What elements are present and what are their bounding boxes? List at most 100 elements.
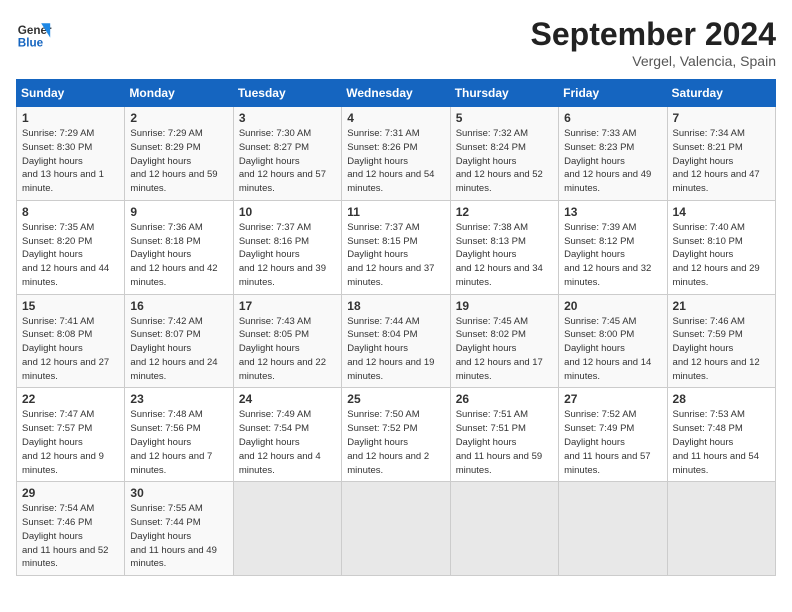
day-number: 7 <box>673 111 770 125</box>
day-info: Sunrise: 7:45 AMSunset: 8:02 PMDaylight … <box>456 315 553 384</box>
table-row: 26Sunrise: 7:51 AMSunset: 7:51 PMDayligh… <box>450 388 558 482</box>
table-row: 3 Sunrise: 7:30 AMSunset: 8:27 PMDaylight… <box>233 107 341 201</box>
day-number: 13 <box>564 205 661 219</box>
day-info: Sunrise: 7:52 AMSunset: 7:49 PMDaylight … <box>564 408 661 477</box>
table-row: 19 Sunrise: 7:45 AMSunset: 8:02 PMDayligh… <box>450 294 558 388</box>
day-info: Sunrise: 7:48 AMSunset: 7:56 PMDaylight … <box>130 408 227 477</box>
table-row: 11 Sunrise: 7:37 AMSunset: 8:15 PMDayligh… <box>342 200 450 294</box>
table-row: 24 Sunrise: 7:49 AMSunset: 7:54 PMDayligh… <box>233 388 341 482</box>
logo-icon: General Blue <box>16 16 52 52</box>
day-number: 11 <box>347 205 444 219</box>
day-number: 24 <box>239 392 336 406</box>
table-row: 17 Sunrise: 7:43 AMSunset: 8:05 PMDayligh… <box>233 294 341 388</box>
calendar-row: 1 Sunrise: 7:29 AMSunset: 8:30 PMDaylight… <box>17 107 776 201</box>
table-row: 27 Sunrise: 7:52 AMSunset: 7:49 PMDayligh… <box>559 388 667 482</box>
day-number: 6 <box>564 111 661 125</box>
table-row: 13 Sunrise: 7:39 AMSunset: 8:12 PMDayligh… <box>559 200 667 294</box>
day-number: 18 <box>347 299 444 313</box>
day-number: 5 <box>456 111 553 125</box>
table-row <box>667 482 775 576</box>
day-number: 23 <box>130 392 227 406</box>
day-number: 20 <box>564 299 661 313</box>
day-info: Sunrise: 7:30 AMSunset: 8:27 PMDaylight … <box>239 127 336 196</box>
table-row <box>559 482 667 576</box>
day-number: 4 <box>347 111 444 125</box>
table-row: 9 Sunrise: 7:36 AMSunset: 8:18 PMDaylight… <box>125 200 233 294</box>
day-info: Sunrise: 7:29 AMSunset: 8:30 PMDaylight … <box>22 127 119 196</box>
day-number: 12 <box>456 205 553 219</box>
day-info: Sunrise: 7:47 AMSunset: 7:57 PMDaylight … <box>22 408 119 477</box>
day-info: Sunrise: 7:35 AMSunset: 8:20 PMDaylight … <box>22 221 119 290</box>
day-info: Sunrise: 7:51 AMSunset: 7:51 PMDaylight … <box>456 408 553 477</box>
table-row: 23 Sunrise: 7:48 AMSunset: 7:56 PMDayligh… <box>125 388 233 482</box>
day-number: 2 <box>130 111 227 125</box>
table-row: 15 Sunrise: 7:41 AMSunset: 8:08 PMDayligh… <box>17 294 125 388</box>
table-row: 30Sunrise: 7:55 AMSunset: 7:44 PMDayligh… <box>125 482 233 576</box>
day-number: 27 <box>564 392 661 406</box>
table-row: 28 Sunrise: 7:53 AMSunset: 7:48 PMDayligh… <box>667 388 775 482</box>
day-info: Sunrise: 7:50 AMSunset: 7:52 PMDaylight … <box>347 408 444 477</box>
day-number: 29 <box>22 486 119 500</box>
col-wednesday: Wednesday <box>342 80 450 107</box>
day-number: 14 <box>673 205 770 219</box>
day-info: Sunrise: 7:29 AMSunset: 8:29 PMDaylight … <box>130 127 227 196</box>
col-thursday: Thursday <box>450 80 558 107</box>
day-number: 30 <box>130 486 227 500</box>
table-row: 21 Sunrise: 7:46 AMSunset: 7:59 PMDayligh… <box>667 294 775 388</box>
day-number: 19 <box>456 299 553 313</box>
day-info: Sunrise: 7:41 AMSunset: 8:08 PMDaylight … <box>22 315 119 384</box>
day-info: Sunrise: 7:39 AMSunset: 8:12 PMDaylight … <box>564 221 661 290</box>
col-friday: Friday <box>559 80 667 107</box>
table-row: 4Sunrise: 7:31 AMSunset: 8:26 PMDaylight… <box>342 107 450 201</box>
day-info: Sunrise: 7:37 AMSunset: 8:15 PMDaylight … <box>347 221 444 290</box>
day-number: 25 <box>347 392 444 406</box>
day-number: 17 <box>239 299 336 313</box>
table-row: 22Sunrise: 7:47 AMSunset: 7:57 PMDayligh… <box>17 388 125 482</box>
col-saturday: Saturday <box>667 80 775 107</box>
table-row: 10 Sunrise: 7:37 AMSunset: 8:16 PMDayligh… <box>233 200 341 294</box>
table-row: 6Sunrise: 7:33 AMSunset: 8:23 PMDaylight… <box>559 107 667 201</box>
day-info: Sunrise: 7:37 AMSunset: 8:16 PMDaylight … <box>239 221 336 290</box>
day-number: 10 <box>239 205 336 219</box>
table-row: 12Sunrise: 7:38 AMSunset: 8:13 PMDayligh… <box>450 200 558 294</box>
calendar-row: 15 Sunrise: 7:41 AMSunset: 8:08 PMDayligh… <box>17 294 776 388</box>
calendar-row: 22Sunrise: 7:47 AMSunset: 7:57 PMDayligh… <box>17 388 776 482</box>
table-row <box>233 482 341 576</box>
table-row: 16 Sunrise: 7:42 AMSunset: 8:07 PMDayligh… <box>125 294 233 388</box>
header-row: Sunday Monday Tuesday Wednesday Thursday… <box>17 80 776 107</box>
col-sunday: Sunday <box>17 80 125 107</box>
day-info: Sunrise: 7:34 AMSunset: 8:21 PMDaylight … <box>673 127 770 196</box>
day-info: Sunrise: 7:44 AMSunset: 8:04 PMDaylight … <box>347 315 444 384</box>
day-info: Sunrise: 7:46 AMSunset: 7:59 PMDaylight … <box>673 315 770 384</box>
day-info: Sunrise: 7:49 AMSunset: 7:54 PMDaylight … <box>239 408 336 477</box>
table-row: 29Sunrise: 7:54 AMSunset: 7:46 PMDayligh… <box>17 482 125 576</box>
day-info: Sunrise: 7:42 AMSunset: 8:07 PMDaylight … <box>130 315 227 384</box>
table-row: 1 Sunrise: 7:29 AMSunset: 8:30 PMDaylight… <box>17 107 125 201</box>
page-header: General Blue September 2024 Vergel, Vale… <box>16 16 776 69</box>
day-info: Sunrise: 7:36 AMSunset: 8:18 PMDaylight … <box>130 221 227 290</box>
calendar-row: 8 Sunrise: 7:35 AMSunset: 8:20 PMDaylight… <box>17 200 776 294</box>
calendar-row: 29Sunrise: 7:54 AMSunset: 7:46 PMDayligh… <box>17 482 776 576</box>
table-row: 8 Sunrise: 7:35 AMSunset: 8:20 PMDaylight… <box>17 200 125 294</box>
day-info: Sunrise: 7:53 AMSunset: 7:48 PMDaylight … <box>673 408 770 477</box>
day-info: Sunrise: 7:40 AMSunset: 8:10 PMDaylight … <box>673 221 770 290</box>
table-row: 7 Sunrise: 7:34 AMSunset: 8:21 PMDaylight… <box>667 107 775 201</box>
day-number: 8 <box>22 205 119 219</box>
day-number: 3 <box>239 111 336 125</box>
day-number: 21 <box>673 299 770 313</box>
day-number: 9 <box>130 205 227 219</box>
location: Vergel, Valencia, Spain <box>531 53 776 69</box>
day-number: 16 <box>130 299 227 313</box>
day-info: Sunrise: 7:43 AMSunset: 8:05 PMDaylight … <box>239 315 336 384</box>
table-row: 20 Sunrise: 7:45 AMSunset: 8:00 PMDayligh… <box>559 294 667 388</box>
table-row: 14 Sunrise: 7:40 AMSunset: 8:10 PMDayligh… <box>667 200 775 294</box>
month-title: September 2024 <box>531 16 776 53</box>
day-number: 1 <box>22 111 119 125</box>
table-row: 5Sunrise: 7:32 AMSunset: 8:24 PMDaylight… <box>450 107 558 201</box>
col-monday: Monday <box>125 80 233 107</box>
table-row <box>342 482 450 576</box>
day-info: Sunrise: 7:45 AMSunset: 8:00 PMDaylight … <box>564 315 661 384</box>
col-tuesday: Tuesday <box>233 80 341 107</box>
day-number: 28 <box>673 392 770 406</box>
day-number: 15 <box>22 299 119 313</box>
